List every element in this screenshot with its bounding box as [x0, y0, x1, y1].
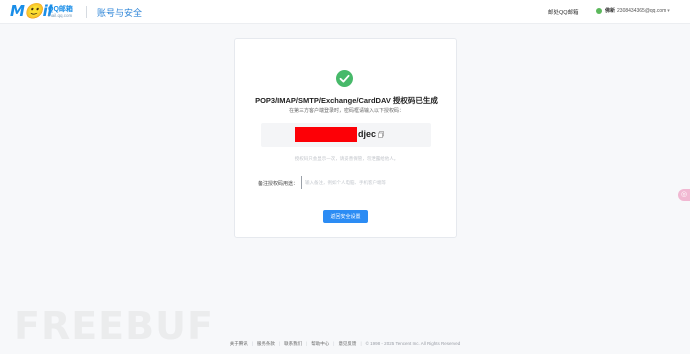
logo-domain-text: mail.qq.com [48, 13, 73, 18]
footer: 关于腾讯 | 服务条款 | 联系我们 | 帮助中心 | 意见反馈 | © 1998 - 2025 T… [0, 341, 690, 347]
auth-code-card: POP3/IMAP/SMTP/Exchange/CardDAV 授权码已生成 在… [234, 38, 457, 238]
account-email: 2308434365@qq.com [617, 7, 667, 14]
page-title: 账号与安全 [97, 8, 143, 18]
footer-link-help[interactable]: 帮助中心 [311, 341, 329, 346]
remark-label: 备注授权码用途： [258, 181, 299, 187]
top-header: M🙂il QQ邮箱 mail.qq.com 账号与安全 邮处QQ邮箱 佛新 230… [0, 0, 690, 24]
success-description: 在第三方客户端登录时，密码框请输入以下授权码： [288, 108, 404, 114]
copyright: © 1998 - 2025 Tencent Inc. All Rights Re… [365, 341, 461, 346]
chevron-down-icon: ▾ [667, 7, 670, 14]
header-divider [86, 6, 87, 18]
footer-divider: | [278, 341, 281, 346]
account-name: 佛新 [605, 8, 616, 14]
auth-code-box: djec [261, 123, 431, 147]
auth-code-hint: 授权码只会显示一次，请妥善保管，勿泄露给他人。 [294, 156, 399, 161]
account-menu[interactable]: 佛新 2308434365@qq.com▾ [596, 7, 670, 16]
footer-link-feedback[interactable]: 意见反馈 [338, 341, 356, 346]
footer-divider: | [306, 341, 308, 346]
copy-icon[interactable] [378, 131, 384, 138]
qq-mail-logo[interactable]: M🙂il QQ邮箱 mail.qq.com [10, 2, 90, 21]
footer-link-contact[interactable]: 联系我们 [284, 341, 302, 346]
footer-link-terms[interactable]: 服务条款 [257, 341, 275, 346]
back-to-security-button[interactable]: 返回安全设置 [323, 210, 368, 223]
header-link[interactable]: 邮处QQ邮箱 [548, 8, 579, 16]
avatar [596, 7, 602, 14]
footer-link-about[interactable]: 关于腾讯 [230, 341, 248, 346]
floating-assistant-button[interactable]: ◎ [678, 189, 690, 201]
redacted-auth-code [295, 127, 357, 142]
success-title: POP3/IMAP/SMTP/Exchange/CardDAV 授权码已生成 [255, 96, 438, 105]
footer-divider: | [251, 341, 253, 346]
auth-code-suffix: djec [358, 129, 377, 139]
check-circle-icon [336, 70, 353, 87]
logo-wordmark: M🙂il [10, 2, 52, 20]
assistant-icon: ◎ [681, 191, 688, 198]
remark-input[interactable] [301, 176, 432, 189]
footer-divider: | [333, 341, 335, 346]
footer-divider: | [360, 341, 362, 346]
